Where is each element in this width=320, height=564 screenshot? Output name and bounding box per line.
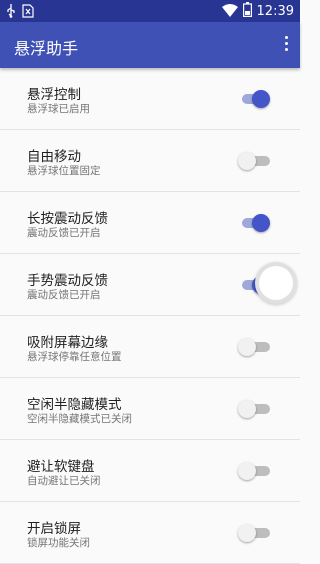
setting-title: 空闲半隐藏模式 (27, 397, 122, 413)
setting-snap-to-edge[interactable]: 吸附屏幕边缘 悬浮球停靠任意位置 (0, 316, 300, 378)
lock-screen-switch[interactable] (238, 524, 270, 542)
app-title: 悬浮助手 (14, 39, 79, 58)
status-time: 12:39 (256, 3, 294, 19)
free-move-switch[interactable] (238, 152, 270, 170)
app-bar: 悬浮助手 (0, 22, 300, 68)
settings-list: 悬浮控制 悬浮球已启用 自由移动 悬浮球位置固定 长按震动反馈 震动反馈已开启 … (0, 68, 300, 564)
setting-subtitle: 震动反馈已开启 (27, 289, 101, 301)
idle-half-hide-switch[interactable] (238, 400, 270, 418)
setting-idle-half-hide[interactable]: 空闲半隐藏模式 空闲半隐藏模式已关闭 (0, 378, 300, 440)
floating-ball[interactable] (255, 262, 297, 304)
status-bar: 12:39 (0, 0, 300, 22)
setting-lock-screen[interactable]: 开启锁屏 锁屏功能关闭 (0, 502, 300, 564)
battery-icon (242, 2, 252, 21)
setting-title: 开启锁屏 (27, 521, 81, 537)
avoid-keyboard-switch[interactable] (238, 462, 270, 480)
setting-subtitle: 空闲半隐藏模式已关闭 (27, 413, 132, 425)
setting-title: 悬浮控制 (27, 87, 81, 103)
setting-subtitle: 震动反馈已开启 (27, 227, 101, 239)
usb-icon (6, 3, 16, 22)
more-vert-icon[interactable] (282, 36, 290, 54)
setting-title: 自由移动 (27, 149, 81, 165)
setting-title: 吸附屏幕边缘 (27, 335, 108, 351)
setting-title: 手势震动反馈 (27, 273, 108, 289)
setting-title: 长按震动反馈 (27, 211, 108, 227)
snap-to-edge-switch[interactable] (238, 338, 270, 356)
wifi-icon (221, 2, 238, 21)
setting-subtitle: 锁屏功能关闭 (27, 537, 90, 549)
floating-control-switch[interactable] (242, 90, 270, 108)
setting-subtitle: 悬浮球停靠任意位置 (27, 351, 122, 363)
setting-title: 避让软键盘 (27, 459, 95, 475)
sim-no-signal-icon (22, 3, 34, 22)
setting-floating-control[interactable]: 悬浮控制 悬浮球已启用 (0, 68, 300, 130)
setting-subtitle: 悬浮球已启用 (27, 103, 90, 115)
setting-gesture-vibration[interactable]: 手势震动反馈 震动反馈已开启 (0, 254, 300, 316)
setting-avoid-keyboard[interactable]: 避让软键盘 自动避让已关闭 (0, 440, 300, 502)
setting-free-move[interactable]: 自由移动 悬浮球位置固定 (0, 130, 300, 192)
setting-subtitle: 悬浮球位置固定 (27, 165, 101, 177)
setting-subtitle: 自动避让已关闭 (27, 475, 101, 487)
long-press-vibration-switch[interactable] (242, 214, 270, 232)
setting-long-press-vibration[interactable]: 长按震动反馈 震动反馈已开启 (0, 192, 300, 254)
